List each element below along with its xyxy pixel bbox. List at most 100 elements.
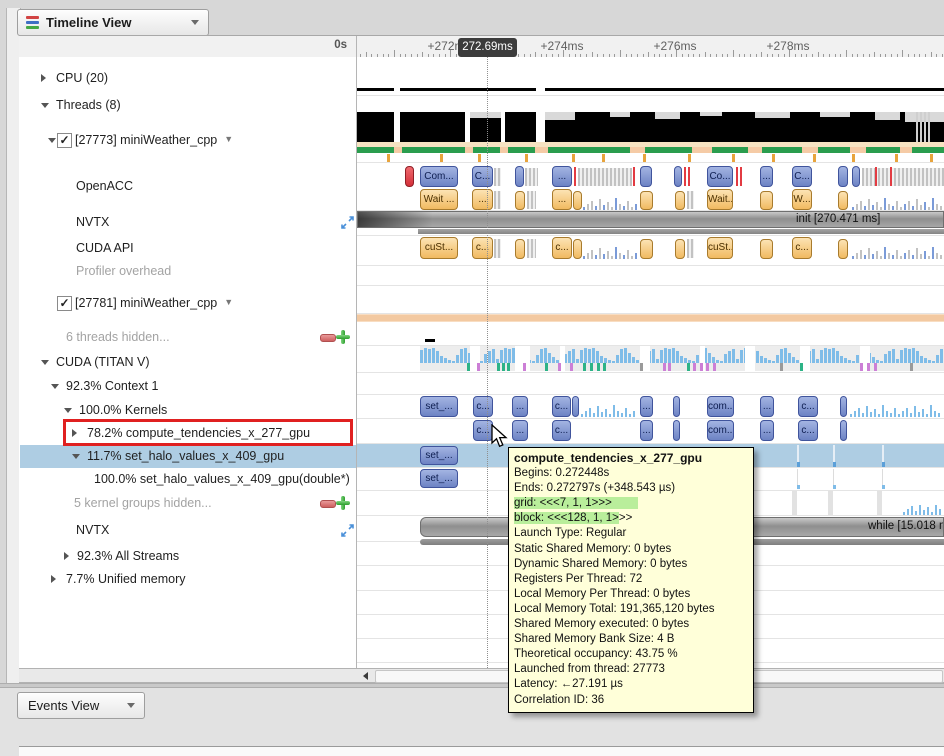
openacc-event-chip[interactable] <box>515 166 524 187</box>
compute-kernel-chip[interactable]: ... <box>512 420 528 441</box>
openacc-event-chip[interactable]: Co... <box>707 166 733 187</box>
tree-item[interactable]: 100.0% set_halo_values_x_409_gpu(double*… <box>19 470 356 490</box>
openacc-wait-chip[interactable] <box>515 191 525 210</box>
cuda-api-chip[interactable] <box>640 239 653 259</box>
openacc-event-chip[interactable] <box>640 166 652 187</box>
compute-kernel-chip[interactable]: ... <box>760 420 774 441</box>
tree-item[interactable]: NVTX <box>19 521 356 541</box>
cuda-api-chip[interactable]: cuSt... <box>420 237 458 259</box>
openacc-wait-chip[interactable] <box>838 191 848 210</box>
tree-item[interactable]: 6 threads hidden... <box>19 328 356 348</box>
openacc-event-chip[interactable]: ... <box>760 166 773 187</box>
expand-arrow-icon[interactable] <box>41 74 46 82</box>
compute-kernel-chip[interactable]: ... <box>640 420 653 441</box>
add-filter-button[interactable] <box>336 330 350 344</box>
expand-arrow-icon[interactable] <box>64 552 69 560</box>
compute-kernel-chip[interactable]: c... <box>552 420 571 441</box>
tree-item-label: [27781] miniWeather_cpp▼ <box>75 296 233 310</box>
openacc-event-chip[interactable] <box>852 166 860 187</box>
kernel-chip[interactable]: c... <box>552 396 571 417</box>
remove-filter-button[interactable] <box>320 500 336 508</box>
tree-item[interactable]: 92.3% All Streams <box>19 547 356 567</box>
tree-item[interactable]: Threads (8) <box>19 96 356 116</box>
timeline-view-dropdown[interactable]: Timeline View <box>17 9 209 36</box>
cuda-api-chip[interactable]: c... <box>552 237 572 259</box>
nvtx-init-range-bar[interactable]: init [270.471 ms] <box>357 211 944 228</box>
kernel-chip[interactable]: set_... <box>420 396 458 417</box>
kernel-chip[interactable] <box>840 396 847 417</box>
cuda-api-chip[interactable] <box>838 239 848 259</box>
collapse-arrow-icon[interactable] <box>64 408 72 413</box>
tree-item[interactable]: Profiler overhead <box>19 262 356 282</box>
cuda-api-chip[interactable] <box>760 239 773 259</box>
openacc-wait-chip[interactable]: Wait... <box>707 189 733 210</box>
cuda-api-chip[interactable]: cuSt... <box>707 237 733 259</box>
compute-kernel-chip[interactable] <box>840 420 847 441</box>
tree-item[interactable]: OpenACC <box>19 177 356 197</box>
tree-item[interactable]: CUDA API <box>19 239 356 259</box>
row-options-caret-icon[interactable]: ▼ <box>224 134 233 144</box>
thread-visibility-checkbox[interactable]: ✓ <box>57 296 72 311</box>
kernel-chip[interactable]: com... <box>707 396 734 417</box>
openacc-event-chip[interactable] <box>674 166 682 187</box>
kernel-chip[interactable]: ... <box>640 396 653 417</box>
tree-item[interactable]: ✓[27781] miniWeather_cpp▼ <box>19 294 356 314</box>
expand-arrow-icon[interactable] <box>51 575 56 583</box>
collapse-arrow-icon[interactable] <box>72 454 80 459</box>
cuda-api-chip[interactable]: c... <box>472 237 493 259</box>
tree-item[interactable]: CUDA (TITAN V) <box>19 353 356 373</box>
kernel-chip[interactable] <box>673 396 680 417</box>
cuda-api-chip[interactable]: c... <box>792 237 812 259</box>
thread-visibility-checkbox[interactable]: ✓ <box>57 133 72 148</box>
collapse-arrow-icon[interactable] <box>51 384 59 389</box>
tree-item[interactable]: 11.7% set_halo_values_x_409_gpu <box>19 447 356 467</box>
tree-item[interactable]: 5 kernel groups hidden... <box>19 494 356 514</box>
collapse-arrow-icon[interactable] <box>48 138 56 143</box>
openacc-error-chip[interactable] <box>405 166 414 187</box>
remove-filter-button[interactable] <box>320 334 336 342</box>
cuda-histogram-bar <box>440 356 443 363</box>
compute-kernel-chip[interactable] <box>673 420 680 441</box>
collapse-arrow-icon[interactable] <box>41 103 49 108</box>
collapse-arrow-icon[interactable] <box>41 360 49 365</box>
scrollbar-left-arrow-button[interactable] <box>358 670 372 682</box>
tree-item[interactable]: 7.7% Unified memory <box>19 570 356 590</box>
events-view-dropdown[interactable]: Events View <box>17 692 145 719</box>
compute-kernel-chip[interactable]: c... <box>798 420 818 441</box>
openacc-wait-chip[interactable] <box>675 191 685 210</box>
openacc-wait-chip[interactable]: Wait ... <box>420 189 458 210</box>
kernel-chip[interactable]: c... <box>473 396 493 417</box>
openacc-event-chip[interactable]: ... <box>552 166 572 187</box>
row-options-caret-icon[interactable]: ▼ <box>224 297 233 307</box>
cuda-api-chip[interactable] <box>675 239 685 259</box>
openacc-wait-chip[interactable] <box>573 191 582 210</box>
tree-item[interactable]: 92.3% Context 1 <box>19 377 356 397</box>
tree-item[interactable]: ✓[27773] miniWeather_cpp▼ <box>19 131 356 151</box>
openacc-event-chip[interactable]: Com... <box>420 166 458 187</box>
horizontal-scrollbar[interactable] <box>19 668 944 683</box>
openacc-wait-chip[interactable]: ... <box>552 189 572 210</box>
sethalo-kernel-chip[interactable]: set_... <box>420 446 458 465</box>
openacc-event-chip[interactable] <box>838 166 848 187</box>
tree-item[interactable]: NVTX <box>19 213 356 233</box>
kernel-chip[interactable]: ... <box>760 396 774 417</box>
tree-item[interactable]: 100.0% Kernels <box>19 401 356 421</box>
tree-item[interactable]: CPU (20) <box>19 69 356 89</box>
openacc-event-chip[interactable]: C... <box>792 166 812 187</box>
openacc-wait-chip[interactable] <box>760 191 773 210</box>
expand-row-icon[interactable] <box>341 524 354 537</box>
add-filter-button[interactable] <box>336 496 350 510</box>
openacc-wait-chip[interactable] <box>640 191 653 210</box>
kernel-chip[interactable]: c... <box>798 396 818 417</box>
cuda-api-chip[interactable] <box>515 239 525 259</box>
sethalo-instance-chip[interactable]: set_... <box>420 469 458 488</box>
cuda-api-chip[interactable] <box>573 239 582 259</box>
kernel-chip[interactable] <box>572 396 579 417</box>
openacc-wait-chip[interactable]: W... <box>792 189 812 210</box>
openacc-wait-chip[interactable]: ... <box>472 189 493 210</box>
mini-histogram-bar <box>900 207 902 210</box>
compute-kernel-chip[interactable]: com... <box>707 420 734 441</box>
expand-row-icon[interactable] <box>341 216 354 229</box>
kernel-chip[interactable]: ... <box>512 396 528 417</box>
openacc-event-chip[interactable]: C... <box>472 166 493 187</box>
